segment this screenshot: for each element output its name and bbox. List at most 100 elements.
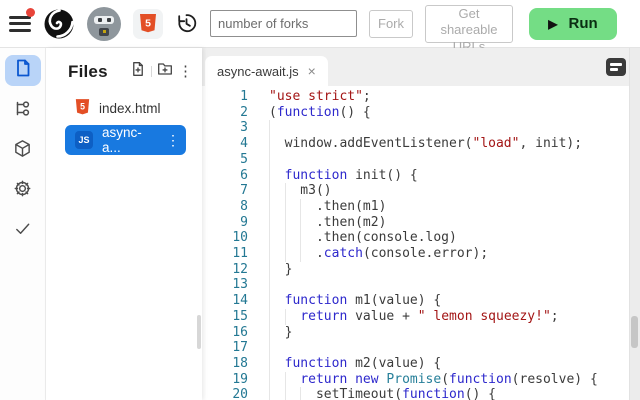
indent-guide xyxy=(269,215,270,231)
indent-guide xyxy=(300,199,301,215)
editor-scrollbar-thumb[interactable] xyxy=(631,316,638,348)
html5-file-icon: 5 xyxy=(75,99,90,118)
html5-icon: 5 xyxy=(133,9,163,39)
files-panel: Files ⋮ xyxy=(46,48,202,400)
line-number: 1 xyxy=(202,89,248,105)
line-number: 4 xyxy=(202,136,248,152)
code-line[interactable]: 16 } xyxy=(202,325,640,341)
fork-count-input[interactable] xyxy=(210,10,357,37)
rail-item-packages[interactable] xyxy=(5,135,41,166)
tab-label: async-await.js xyxy=(217,64,299,79)
run-button[interactable]: ▶ Run xyxy=(529,8,617,40)
indent-guide xyxy=(300,246,301,262)
line-number: 11 xyxy=(202,246,248,262)
app: 5 Fork Get shareable URLs ▶ Run xyxy=(0,0,640,400)
hamburger-menu-icon[interactable] xyxy=(9,12,31,35)
file-item-async-await[interactable]: JS async-a... ⋮ xyxy=(65,125,186,155)
rail-item-settings[interactable] xyxy=(5,175,41,206)
tab-strip: async-await.js × xyxy=(202,48,640,86)
line-number: 6 xyxy=(202,168,248,184)
line-number: 19 xyxy=(202,372,248,388)
indent-guide xyxy=(285,199,286,215)
code-line[interactable]: 18 function m2(value) { xyxy=(202,356,640,372)
new-file-icon[interactable] xyxy=(130,61,146,82)
file-name: index.html xyxy=(99,101,161,116)
svg-text:5: 5 xyxy=(80,101,85,111)
new-folder-icon[interactable] xyxy=(157,61,173,82)
code-line[interactable]: 7 m3() xyxy=(202,183,640,199)
line-number: 20 xyxy=(202,387,248,400)
line-number: 18 xyxy=(202,356,248,372)
indent-guide xyxy=(269,199,270,215)
code-line[interactable]: 10 .then(console.log) xyxy=(202,230,640,246)
share-urls-button[interactable]: Get shareable URLs xyxy=(425,5,513,43)
code-lines: 1"use strict";2(function() {3 4 window.a… xyxy=(202,89,640,400)
line-number: 12 xyxy=(202,262,248,278)
code-line[interactable]: 11 .catch(console.error); xyxy=(202,246,640,262)
gear-icon xyxy=(13,179,32,203)
code-line[interactable]: 8 .then(m1) xyxy=(202,199,640,215)
code-line[interactable]: 5 xyxy=(202,152,640,168)
check-icon xyxy=(13,219,32,243)
line-number: 7 xyxy=(202,183,248,199)
file-list: 5 index.html JS async-a... ⋮ xyxy=(46,94,202,155)
indent-guide xyxy=(285,387,286,400)
robot-avatar[interactable] xyxy=(87,7,121,41)
line-number: 10 xyxy=(202,230,248,246)
indent-guide xyxy=(285,215,286,231)
indent-guide xyxy=(269,293,270,309)
code-line[interactable]: 15 return value + " lemon squeezy!"; xyxy=(202,309,640,325)
svg-text:5: 5 xyxy=(145,18,151,30)
indent-guide xyxy=(300,387,301,400)
code-line[interactable]: 6 function init() { xyxy=(202,168,640,184)
files-panel-header: Files ⋮ xyxy=(46,48,202,92)
line-number: 3 xyxy=(202,120,248,136)
indent-guide xyxy=(285,309,286,325)
tab-async-await-js[interactable]: async-await.js × xyxy=(205,56,328,86)
indent-guide xyxy=(269,136,270,152)
files-menu-icon[interactable]: ⋮ xyxy=(178,64,193,79)
indent-guide xyxy=(269,372,270,388)
line-number: 13 xyxy=(202,277,248,293)
rail-item-tests[interactable] xyxy=(5,215,41,246)
play-icon: ▶ xyxy=(548,17,557,31)
code-area[interactable]: 1"use strict";2(function() {3 4 window.a… xyxy=(202,86,640,400)
code-line[interactable]: 3 xyxy=(202,120,640,136)
file-name: async-a... xyxy=(102,125,157,155)
code-line[interactable]: 17 xyxy=(202,340,640,356)
code-line[interactable]: 13 xyxy=(202,277,640,293)
activity-rail xyxy=(0,48,46,400)
run-button-label: Run xyxy=(569,15,598,32)
notification-dot xyxy=(26,8,35,17)
rail-item-share[interactable] xyxy=(5,95,41,126)
editor-menu-icon[interactable] xyxy=(606,58,626,76)
code-line[interactable]: 9 .then(m2) xyxy=(202,215,640,231)
files-scrollbar-thumb[interactable] xyxy=(197,315,201,349)
code-line[interactable]: 20 setTimeout(function() { xyxy=(202,387,640,400)
code-line[interactable]: 4 window.addEventListener("load", init); xyxy=(202,136,640,152)
robot-goggles xyxy=(94,16,114,24)
code-line[interactable]: 12 } xyxy=(202,262,640,278)
line-number: 14 xyxy=(202,293,248,309)
fork-button[interactable]: Fork xyxy=(369,10,413,38)
file-item-index-html[interactable]: 5 index.html xyxy=(65,94,186,122)
code-line[interactable]: 1"use strict"; xyxy=(202,89,640,105)
indent-guide xyxy=(269,183,270,199)
code-line[interactable]: 19 return new Promise(function(resolve) … xyxy=(202,372,640,388)
indent-guide xyxy=(269,246,270,262)
line-number: 2 xyxy=(202,105,248,121)
editor-scrollbar[interactable] xyxy=(629,48,640,400)
file-menu-icon[interactable]: ⋮ xyxy=(166,133,180,147)
spiral-logo-icon[interactable] xyxy=(43,8,75,40)
code-line[interactable]: 2(function() { xyxy=(202,105,640,121)
indent-guide xyxy=(269,168,270,184)
line-number: 8 xyxy=(202,199,248,215)
history-icon[interactable] xyxy=(175,12,198,35)
rail-item-files[interactable] xyxy=(5,55,41,86)
indent-guide xyxy=(300,230,301,246)
indent-guide xyxy=(269,262,270,278)
indent-guide xyxy=(285,372,286,388)
code-line[interactable]: 14 function m1(value) { xyxy=(202,293,640,309)
tab-close-icon[interactable]: × xyxy=(308,63,316,79)
indent-guide xyxy=(269,356,270,372)
